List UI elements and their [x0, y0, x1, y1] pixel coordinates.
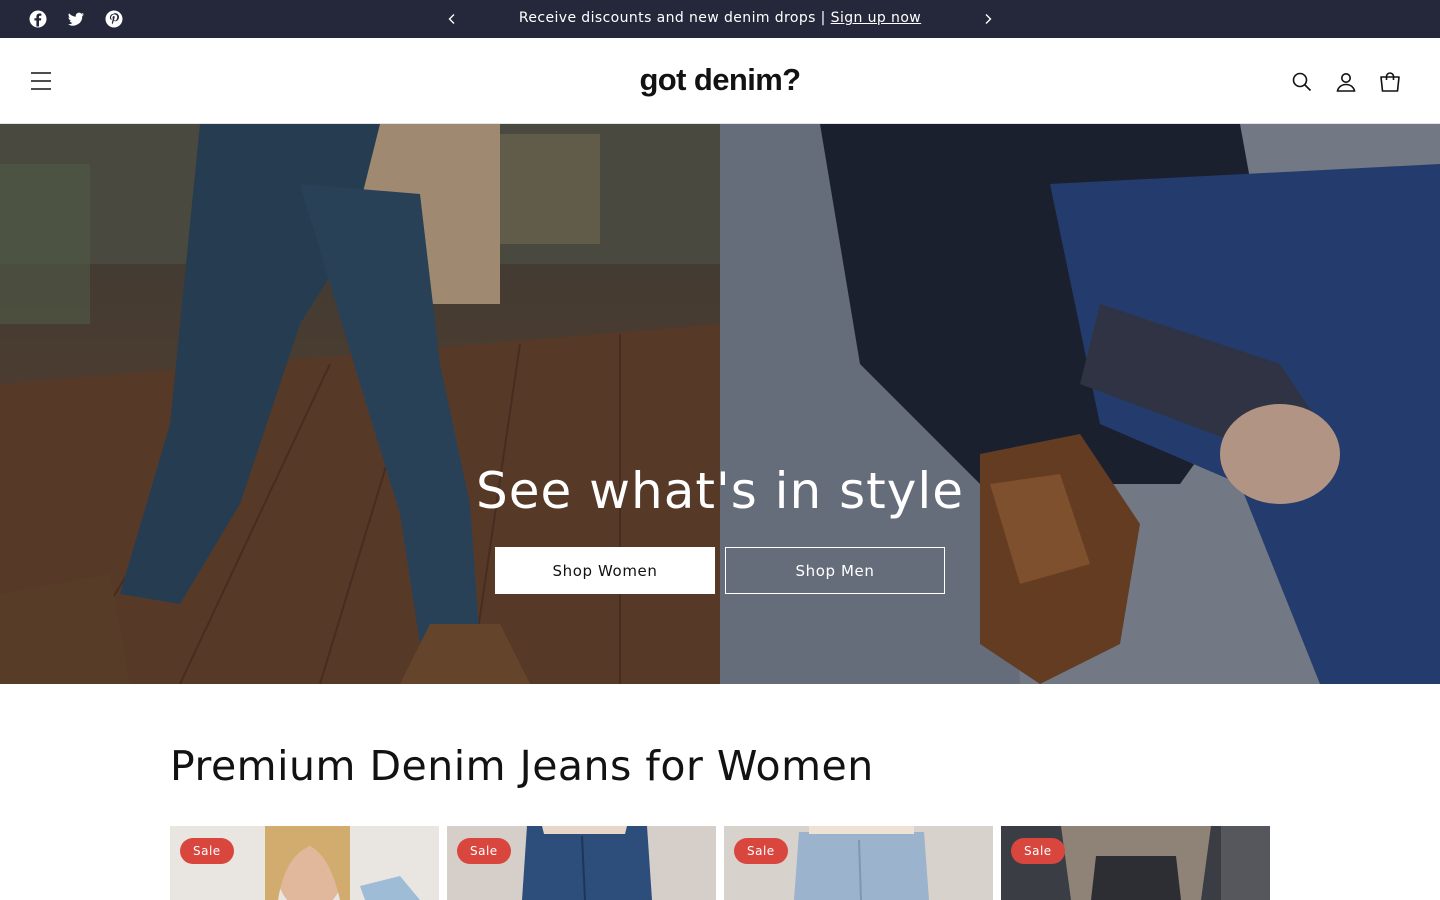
account-icon: [1336, 73, 1356, 92]
hero-title: See what's in style: [475, 462, 965, 520]
product-grid: Sale Sale Sale Sale: [170, 826, 1270, 900]
sale-badge: Sale: [457, 838, 511, 864]
chevron-right-icon: [985, 14, 992, 24]
announcement-text: Receive discounts and new denim drops |: [518, 10, 831, 26]
search-button[interactable]: [1290, 70, 1314, 94]
cart-button[interactable]: [1378, 70, 1402, 94]
announcement-signup-link[interactable]: Sign up now: [831, 10, 922, 26]
chevron-left-icon: [448, 14, 455, 24]
product-card[interactable]: Sale: [170, 826, 439, 900]
cart-icon: [1380, 72, 1400, 92]
announcement-message: Receive discounts and new denim drops | …: [480, 10, 960, 26]
announcement-next-button[interactable]: [980, 11, 996, 27]
shop-men-button[interactable]: Shop Men: [725, 547, 945, 594]
shop-women-button[interactable]: Shop Women: [495, 547, 715, 594]
twitter-icon[interactable]: [66, 9, 86, 29]
account-button[interactable]: [1334, 70, 1358, 94]
hero-overlay: [0, 124, 1440, 684]
site-logo[interactable]: got denim?: [520, 62, 920, 98]
hero-banner: See what's in style Shop Women Shop Men: [0, 124, 1440, 684]
announcement-bar: Receive discounts and new denim drops | …: [0, 0, 1440, 38]
collection-title: Premium Denim Jeans for Women: [170, 742, 874, 790]
menu-button[interactable]: [28, 68, 54, 94]
menu-icon: [31, 72, 51, 90]
announcement-prev-button[interactable]: [444, 11, 460, 27]
product-card[interactable]: Sale: [447, 826, 716, 900]
product-card[interactable]: Sale: [724, 826, 993, 900]
pinterest-icon[interactable]: [104, 9, 124, 29]
product-card[interactable]: Sale: [1001, 826, 1270, 900]
social-links: [28, 9, 124, 29]
facebook-icon[interactable]: [28, 9, 48, 29]
search-icon: [1292, 72, 1312, 92]
sale-badge: Sale: [180, 838, 234, 864]
sale-badge: Sale: [734, 838, 788, 864]
sale-badge: Sale: [1011, 838, 1065, 864]
site-header: got denim?: [0, 38, 1440, 124]
